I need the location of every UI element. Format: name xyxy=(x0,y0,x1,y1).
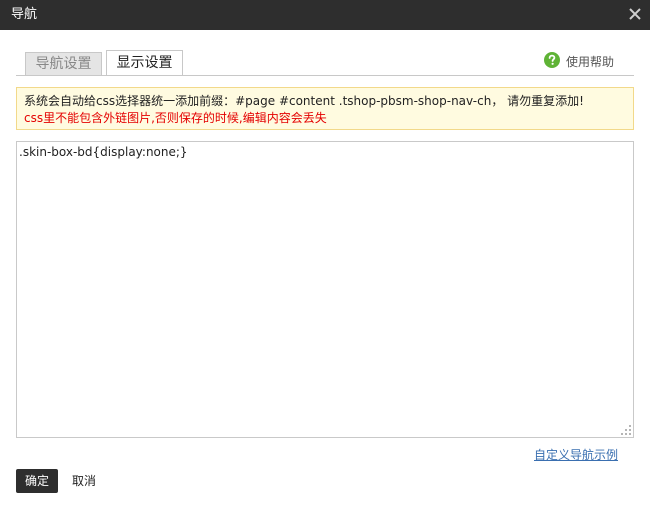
tab-divider xyxy=(16,75,634,76)
question-circle-icon xyxy=(544,52,560,68)
custom-nav-example-link[interactable]: 自定义导航示例 xyxy=(534,446,618,463)
resize-grip-icon[interactable] xyxy=(620,424,632,436)
notice-warning-text: css里不能包含外链图片,否则保存的时候,编辑内容会丢失 xyxy=(24,111,327,125)
css-editor[interactable]: .skin-box-bd{display:none;} xyxy=(16,141,634,438)
notice-box: 系统会自动给css选择器统一添加前缀：#page #content .tshop… xyxy=(16,87,634,130)
confirm-button[interactable]: 确定 xyxy=(16,469,58,493)
close-icon[interactable] xyxy=(628,7,642,21)
cancel-button[interactable]: 取消 xyxy=(64,469,104,493)
notice-prefix-text: 系统会自动给css选择器统一添加前缀：#page #content .tshop… xyxy=(24,94,584,108)
tab-display-settings[interactable]: 显示设置 xyxy=(106,50,183,76)
tab-nav-settings[interactable]: 导航设置 xyxy=(25,52,102,76)
help-label: 使用帮助 xyxy=(566,55,615,69)
dialog-titlebar: 导航 xyxy=(0,0,650,30)
dialog-title: 导航 xyxy=(11,7,38,22)
